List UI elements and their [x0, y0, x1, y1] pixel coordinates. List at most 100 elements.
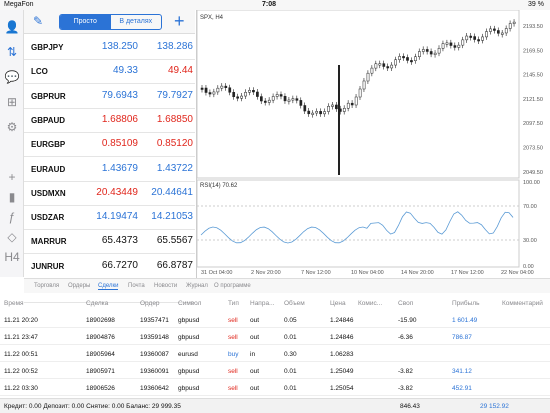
- table-cell: 1.24846: [330, 334, 354, 341]
- table-cell: sell: [228, 334, 238, 341]
- column-header[interactable]: Прибыль: [452, 300, 480, 307]
- sidebar: 👤 ⇅ 💬 ⊞ ⚙ + ▮ ƒ ◇ H4: [0, 10, 24, 277]
- candle-body: [394, 59, 398, 66]
- timeframe-icon[interactable]: H4: [4, 250, 20, 264]
- quote-row[interactable]: EURGBP 0.85109 0.85120: [24, 132, 195, 158]
- quote-row[interactable]: USDZAR 14.19474 14.21053: [24, 205, 195, 231]
- candle-body: [307, 110, 311, 115]
- column-header[interactable]: Своп: [398, 300, 413, 307]
- tab-item[interactable]: Журнал: [186, 283, 208, 289]
- column-header[interactable]: Тип: [228, 300, 239, 307]
- quote-bid[interactable]: 20.43449: [78, 187, 138, 198]
- time-tick-label: 2 Nov 20:00: [251, 270, 281, 276]
- candle-body: [425, 49, 429, 52]
- candle-body: [512, 21, 516, 24]
- quote-row[interactable]: GBPAUD 1.68806 1.68850: [24, 108, 195, 133]
- candle-body: [497, 30, 500, 34]
- candle-body: [429, 51, 433, 55]
- quote-ask[interactable]: 20.44641: [133, 187, 193, 198]
- quote-bid[interactable]: 1.68806: [78, 114, 138, 125]
- candle-body: [414, 56, 417, 61]
- table-cell: 341.12: [452, 368, 472, 375]
- tab-item[interactable]: О программе: [214, 283, 251, 289]
- quote-bid[interactable]: 66.7270: [78, 260, 138, 271]
- table-row[interactable]: 11.22 03:30 18906526 19360642 gbpusd sell out…: [0, 381, 550, 396]
- crosshair-icon[interactable]: +: [4, 170, 20, 184]
- tab-item[interactable]: Ордеры: [68, 283, 90, 289]
- quote-row[interactable]: GBPRUR 79.6943 79.7927: [24, 84, 195, 109]
- column-header[interactable]: Ордер: [140, 300, 160, 307]
- table-cell: 19359148: [140, 334, 169, 341]
- quote-bid[interactable]: 0.85109: [78, 138, 138, 149]
- table-row[interactable]: 11.21 20:20 18902698 19357471 gbpusd sell out…: [0, 313, 550, 328]
- quote-symbol: GBPRUR: [31, 91, 66, 101]
- quote-ask[interactable]: 49.44: [133, 65, 193, 76]
- indicator-icon[interactable]: ƒ: [4, 210, 20, 224]
- clock: 7:08: [262, 1, 277, 8]
- column-header[interactable]: Объем: [284, 300, 305, 307]
- table-cell: 18905971: [86, 368, 115, 375]
- quote-bid[interactable]: 65.4373: [78, 235, 138, 246]
- candle-body: [406, 57, 409, 61]
- column-header[interactable]: Комментарий: [502, 300, 543, 307]
- quote-row[interactable]: EURAUD 1.43679 1.43722: [24, 157, 195, 182]
- quote-bid[interactable]: 79.6943: [78, 90, 138, 101]
- quote-bid[interactable]: 1.43679: [78, 163, 138, 174]
- quote-bid[interactable]: 49.33: [78, 65, 138, 76]
- chart-canvas[interactable]: SPX, H4 2193.50 2169.50 2145.50 2121.50 2097.…: [196, 9, 550, 278]
- tab-item[interactable]: Сделки: [98, 283, 119, 290]
- quote-row[interactable]: USDMXN 20.43449 20.44641: [24, 181, 195, 206]
- table-cell: 19360091: [140, 368, 169, 375]
- candle-body: [370, 67, 374, 74]
- candle-body: [252, 90, 255, 93]
- quotes-icon[interactable]: ⇅: [4, 45, 20, 59]
- segment-detailed[interactable]: В деталях: [111, 15, 162, 29]
- table-cell: 19360642: [140, 385, 169, 392]
- chat-icon[interactable]: 💬: [4, 70, 20, 84]
- candles-icon[interactable]: ▮: [4, 190, 20, 204]
- quote-row[interactable]: LCO 49.33 49.44: [24, 59, 195, 85]
- tab-item[interactable]: Почта: [128, 283, 145, 289]
- column-header[interactable]: Напра...: [250, 300, 274, 307]
- candle-body: [378, 63, 382, 66]
- quote-row[interactable]: GBPJPY 138.250 138.286: [24, 35, 195, 60]
- column-header[interactable]: Символ: [178, 300, 201, 307]
- column-header[interactable]: Комис...: [358, 300, 382, 307]
- quote-row[interactable]: JUNRUR 66.7270 66.8787: [24, 254, 195, 279]
- quote-symbol: LCO: [31, 67, 48, 77]
- settings-icon[interactable]: ⚙: [4, 120, 20, 134]
- table-row[interactable]: 11.21 23:47 18904876 19359148 gbpusd sell out…: [0, 330, 550, 345]
- quote-ask[interactable]: 1.43722: [133, 163, 193, 174]
- quote-bid[interactable]: 14.19474: [78, 211, 138, 222]
- quote-ask[interactable]: 138.286: [133, 41, 193, 52]
- table-row[interactable]: 11.22 00:52 18905971 19360091 gbpusd sell out…: [0, 364, 550, 379]
- price-chart[interactable]: SPX, H4 2193.50 2169.50 2145.50 2121.50 2097.…: [196, 9, 550, 278]
- candle-body: [508, 23, 512, 29]
- quote-ask[interactable]: 0.85120: [133, 138, 193, 149]
- column-header[interactable]: Цена: [330, 300, 346, 307]
- edit-icon[interactable]: ✎: [33, 14, 43, 28]
- account-icon[interactable]: 👤: [4, 20, 20, 34]
- table-row[interactable]: 11.22 00:51 18905964 19360087 eurusd buy in 0.…: [0, 347, 550, 362]
- quote-row[interactable]: MARRUR 65.4373 65.5567: [24, 229, 195, 255]
- quote-symbol: GBPJPY: [31, 43, 64, 52]
- candle-body: [228, 87, 232, 93]
- table-cell: -6.36: [398, 334, 413, 341]
- objects-icon[interactable]: ◇: [4, 230, 20, 244]
- column-header[interactable]: Сделка: [86, 300, 108, 307]
- tab-item[interactable]: Новости: [154, 283, 177, 289]
- quote-ask[interactable]: 66.8787: [133, 260, 193, 271]
- new-order-icon[interactable]: ⊞: [4, 95, 20, 109]
- candle-body: [267, 99, 271, 103]
- candle-body: [303, 105, 307, 112]
- price-tick-label: 2145.50: [523, 73, 543, 79]
- add-symbol-icon[interactable]: +: [174, 11, 185, 32]
- quote-bid[interactable]: 138.250: [78, 41, 138, 52]
- tab-item[interactable]: Торговля: [34, 283, 59, 289]
- segment-simple[interactable]: Просто: [60, 15, 111, 29]
- quote-ask[interactable]: 65.5567: [133, 235, 193, 246]
- quote-ask[interactable]: 79.7927: [133, 90, 193, 101]
- column-header[interactable]: Время: [4, 300, 24, 307]
- quote-ask[interactable]: 1.68850: [133, 114, 193, 125]
- quote-ask[interactable]: 14.21053: [133, 211, 193, 222]
